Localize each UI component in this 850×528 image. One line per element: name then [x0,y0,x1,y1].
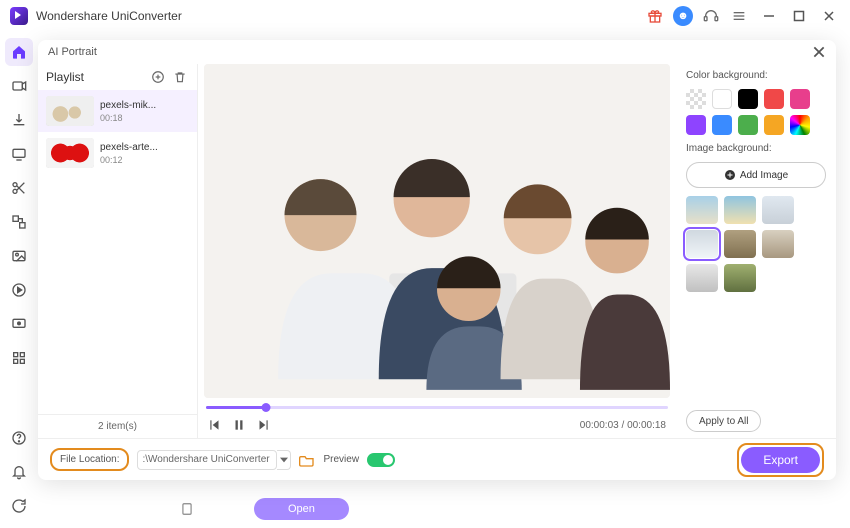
apply-to-all-button[interactable]: Apply to All [686,410,761,432]
menu-icon[interactable] [728,5,750,27]
bg-thumb[interactable] [724,196,756,224]
bottom-strip: Open [180,496,600,522]
file-location-dropdown-icon[interactable] [277,450,291,470]
panel-title: AI Portrait [48,46,97,58]
gift-icon[interactable] [644,5,666,27]
preview-column: 00:00:03 / 00:00:18 [198,64,676,438]
close-window-button[interactable] [818,5,840,27]
bg-thumb[interactable] [686,196,718,224]
rail-audio-icon[interactable] [5,276,33,304]
rail-video-icon[interactable] [5,72,33,100]
delete-playlist-icon[interactable] [171,68,189,86]
swatch-blue[interactable] [712,115,732,135]
preview-label: Preview [323,454,359,465]
swatch-red[interactable] [764,89,784,109]
add-image-button[interactable]: Add Image [686,162,826,188]
playlist-item-duration: 00:18 [100,113,156,123]
bg-thumb[interactable] [724,230,756,258]
rail-apps-icon[interactable] [5,344,33,372]
playlist-item[interactable]: pexels-arte... 00:12 [38,132,197,174]
image-bg-label: Image background: [686,143,826,154]
open-button[interactable]: Open [254,498,349,520]
swatch-rainbow[interactable] [790,115,810,135]
export-button[interactable]: Export [741,447,820,473]
color-swatches [686,89,826,135]
panel-footer: File Location: Preview Export [38,438,836,480]
pause-button[interactable] [232,418,246,432]
rail-home-icon[interactable] [5,38,33,66]
rail-image-icon[interactable] [5,242,33,270]
app-logo [10,7,28,25]
panel-close-icon[interactable] [812,45,826,59]
bg-thumb[interactable] [762,230,794,258]
rail-record-icon[interactable] [5,310,33,338]
ai-portrait-panel: AI Portrait Playlist pexels-mik... 00:18… [38,40,836,480]
file-location-label: File Location: [60,454,119,465]
minimize-button[interactable] [758,5,780,27]
file-location-field [137,450,291,470]
color-bg-label: Color background: [686,70,826,81]
swatch-white[interactable] [712,89,732,109]
rail-cut-icon[interactable] [5,174,33,202]
playlist-item-name: pexels-mik... [100,100,156,111]
rail-merge-icon[interactable] [5,208,33,236]
playlist-count: 2 item(s) [38,414,197,438]
rail-feedback-icon[interactable] [5,492,33,520]
playlist-label: Playlist [46,70,145,84]
export-highlight: Export [737,443,824,477]
file-icon [180,502,194,516]
prev-button[interactable] [208,418,222,432]
swatch-green[interactable] [738,115,758,135]
preview-toggle[interactable] [367,453,395,467]
bg-thumb[interactable] [724,264,756,292]
left-rail [0,32,38,528]
options-column: Color background: Image background: Add … [676,64,836,438]
bg-thumb[interactable] [686,230,718,258]
rail-tv-icon[interactable] [5,140,33,168]
rail-bell-icon[interactable] [5,458,33,486]
preview-stage [204,64,670,398]
playlist-item-name: pexels-arte... [100,142,158,153]
maximize-button[interactable] [788,5,810,27]
playlist-thumb [46,96,94,126]
swatch-black[interactable] [738,89,758,109]
playlist-thumb [46,138,94,168]
account-avatar-icon[interactable]: ☻ [672,5,694,27]
swatch-orange[interactable] [764,115,784,135]
seek-bar[interactable] [206,402,668,412]
timecode: 00:00:03 / 00:00:18 [580,420,666,431]
open-folder-icon[interactable] [299,453,315,467]
image-bg-thumbs [686,196,826,292]
add-to-playlist-icon[interactable] [149,68,167,86]
playlist-column: Playlist pexels-mik... 00:18 pexels-arte… [38,64,198,438]
rail-help-icon[interactable] [5,424,33,452]
app-name: Wondershare UniConverter [36,9,182,23]
swatch-transparent[interactable] [686,89,706,109]
bg-thumb[interactable] [762,196,794,224]
file-location-input[interactable] [137,450,277,470]
add-image-label: Add Image [740,170,788,181]
swatch-pink[interactable] [790,89,810,109]
bg-thumb[interactable] [686,264,718,292]
swatch-purple[interactable] [686,115,706,135]
playlist-item[interactable]: pexels-mik... 00:18 [38,90,197,132]
next-button[interactable] [256,418,270,432]
playlist-item-duration: 00:12 [100,155,158,165]
file-location-highlight: File Location: [50,448,129,471]
support-headset-icon[interactable] [700,5,722,27]
rail-download-icon[interactable] [5,106,33,134]
